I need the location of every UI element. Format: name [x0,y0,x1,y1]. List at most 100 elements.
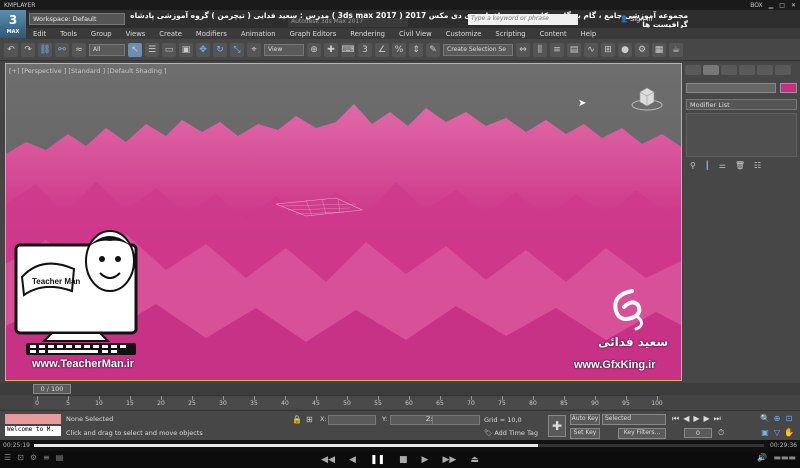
time-config-icon[interactable]: ⏱ [718,428,724,438]
menu-animation[interactable]: Animation [234,30,283,38]
modify-tab-icon[interactable] [703,65,719,75]
viewport-label[interactable]: [+] [Perspective ] [Standard ] [Default … [9,67,167,75]
player-capture-icon[interactable]: ▤ [56,453,64,462]
keyboard-shortcut-icon[interactable]: ⌨ [341,42,355,57]
pin-stack-icon[interactable]: ⚲ [690,161,696,173]
menu-rendering[interactable]: Rendering [343,30,392,38]
reference-coordinate-dropdown[interactable]: View [264,43,304,56]
workspace-dropdown[interactable]: Workspace: Default [29,13,125,25]
set-key-mode-icon[interactable]: ✚ [548,415,566,437]
menu-scripting[interactable]: Scripting [488,30,532,38]
player-volume-icon[interactable]: 🔊 [757,453,767,462]
menu-views[interactable]: Views [119,30,153,38]
menu-help[interactable]: Help [574,30,604,38]
key-filters-button[interactable]: Key Filters... [618,428,666,439]
player-volume-bar[interactable]: ▬▬▬ [773,453,796,462]
player-3d-icon[interactable]: ⊡ [17,453,24,462]
show-end-result-icon[interactable]: ┃ [705,161,710,173]
create-tab-icon[interactable] [685,65,701,75]
previous-frame-icon[interactable]: ◀ [683,414,689,426]
render-setup-icon[interactable]: ⚙ [635,42,649,57]
lock-selection-icon[interactable]: 🔒 [292,415,302,424]
zoom-icon[interactable]: 🔍 [760,414,770,424]
go-to-end-icon[interactable]: ⏭ [714,414,721,426]
select-move-icon[interactable]: ✥ [196,42,210,57]
player-forward-icon[interactable]: ▶▶ [442,455,456,465]
modifier-list-dropdown[interactable]: Modifier List [686,99,797,110]
manipulate-icon[interactable]: ✚ [324,42,338,57]
key-selection-dropdown[interactable]: Selected [602,414,666,425]
selection-filter-dropdown[interactable]: All [89,43,125,56]
link-icon[interactable]: ⛓ [38,42,52,57]
play-icon[interactable]: ▶ [693,414,699,426]
rect-selection-icon[interactable]: ▭ [162,42,176,57]
layer-explorer-icon[interactable]: ≡ [550,42,564,57]
pivot-center-icon[interactable]: ⊕ [307,42,321,57]
bind-space-warp-icon[interactable]: ≈ [72,42,86,57]
player-stop-icon[interactable]: ■ [399,455,408,465]
window-crossing-icon[interactable]: ▣ [179,42,193,57]
auto-key-button[interactable]: Auto Key [570,414,600,425]
named-selection-icon[interactable]: ✎ [426,42,440,57]
make-unique-icon[interactable]: ⚌ [719,161,726,173]
display-tab-icon[interactable] [757,65,773,75]
rendered-frame-icon[interactable]: ▦ [652,42,666,57]
absolute-mode-icon[interactable]: ⊞ [306,415,313,424]
menu-modifiers[interactable]: Modifiers [189,30,234,38]
render-icon[interactable]: ☕ [669,42,683,57]
curve-editor-icon[interactable]: ∿ [584,42,598,57]
menu-civil-view[interactable]: Civil View [392,30,439,38]
track-bar[interactable]: 0 5 10 15 20 25 30 35 40 45 50 55 60 65 70 75 80 85 90 95 10… [33,395,663,409]
zoom-all-icon[interactable]: ⊕ [772,414,782,424]
place-icon[interactable]: ⌖ [247,42,261,57]
maximize-icon[interactable]: □ [779,2,785,9]
player-pause-icon[interactable]: ❚❚ [370,455,385,465]
z-coordinate-field[interactable] [432,415,480,425]
pan-icon[interactable]: ✋ [784,428,794,438]
seek-track[interactable] [34,444,764,447]
player-next-icon[interactable]: ▶ [422,455,429,465]
player-eject-icon[interactable]: ⏏ [470,455,479,465]
menu-customize[interactable]: Customize [439,30,489,38]
set-key-button[interactable]: Set Key [570,428,600,439]
time-slider[interactable]: 0 / 100 [0,383,800,395]
select-object-icon[interactable]: ↖ [128,42,142,57]
select-rotate-icon[interactable]: ↻ [213,42,227,57]
zoom-extents-all-icon[interactable]: ▣ [760,428,770,438]
angle-snap-icon[interactable]: ∠ [375,42,389,57]
scene-explorer-icon[interactable]: ▤ [567,42,581,57]
object-color-swatch[interactable] [780,83,797,93]
maxscript-listener-top[interactable] [5,414,61,424]
undo-icon[interactable]: ↶ [4,42,18,57]
viewcube-icon[interactable] [630,86,664,112]
current-frame-field[interactable]: 0 [684,428,712,438]
remove-modifier-icon[interactable]: 🗑 [735,161,745,173]
align-icon[interactable]: ⫼ [533,42,547,57]
search-input[interactable]: Type a keyword or phrase [468,14,578,25]
player-rewind-icon[interactable]: ◀◀ [321,455,335,465]
menu-group[interactable]: Group [84,30,119,38]
player-prev-icon[interactable]: ◀ [349,455,356,465]
spinner-snap-icon[interactable]: ⇕ [409,42,423,57]
hierarchy-tab-icon[interactable] [721,65,737,75]
minimize-icon[interactable]: ▁ [769,2,774,9]
snaps-toggle-icon[interactable]: 3 [358,42,372,57]
material-editor-icon[interactable]: ● [618,42,632,57]
menu-edit[interactable]: Edit [26,30,53,38]
modifier-stack[interactable] [686,113,797,157]
field-of-view-icon[interactable]: ▽ [772,428,782,438]
percent-snap-icon[interactable]: % [392,42,406,57]
close-icon[interactable]: ✕ [791,2,796,9]
utilities-tab-icon[interactable] [775,65,791,75]
maxscript-listener-input[interactable]: Welcome to M. [5,426,61,436]
player-menu-icon[interactable]: ☰ [4,453,11,462]
menu-tools[interactable]: Tools [53,30,84,38]
add-time-tag[interactable]: 🏷 Add Time Tag [484,429,538,437]
schematic-view-icon[interactable]: ⊞ [601,42,615,57]
menu-content[interactable]: Content [533,30,574,38]
motion-tab-icon[interactable] [739,65,755,75]
player-playlist-icon[interactable]: ≡ [43,453,50,462]
menu-graph-editors[interactable]: Graph Editors [283,30,344,38]
configure-sets-icon[interactable]: ☷ [754,161,761,173]
zoom-extents-icon[interactable]: ⊡ [784,414,794,424]
